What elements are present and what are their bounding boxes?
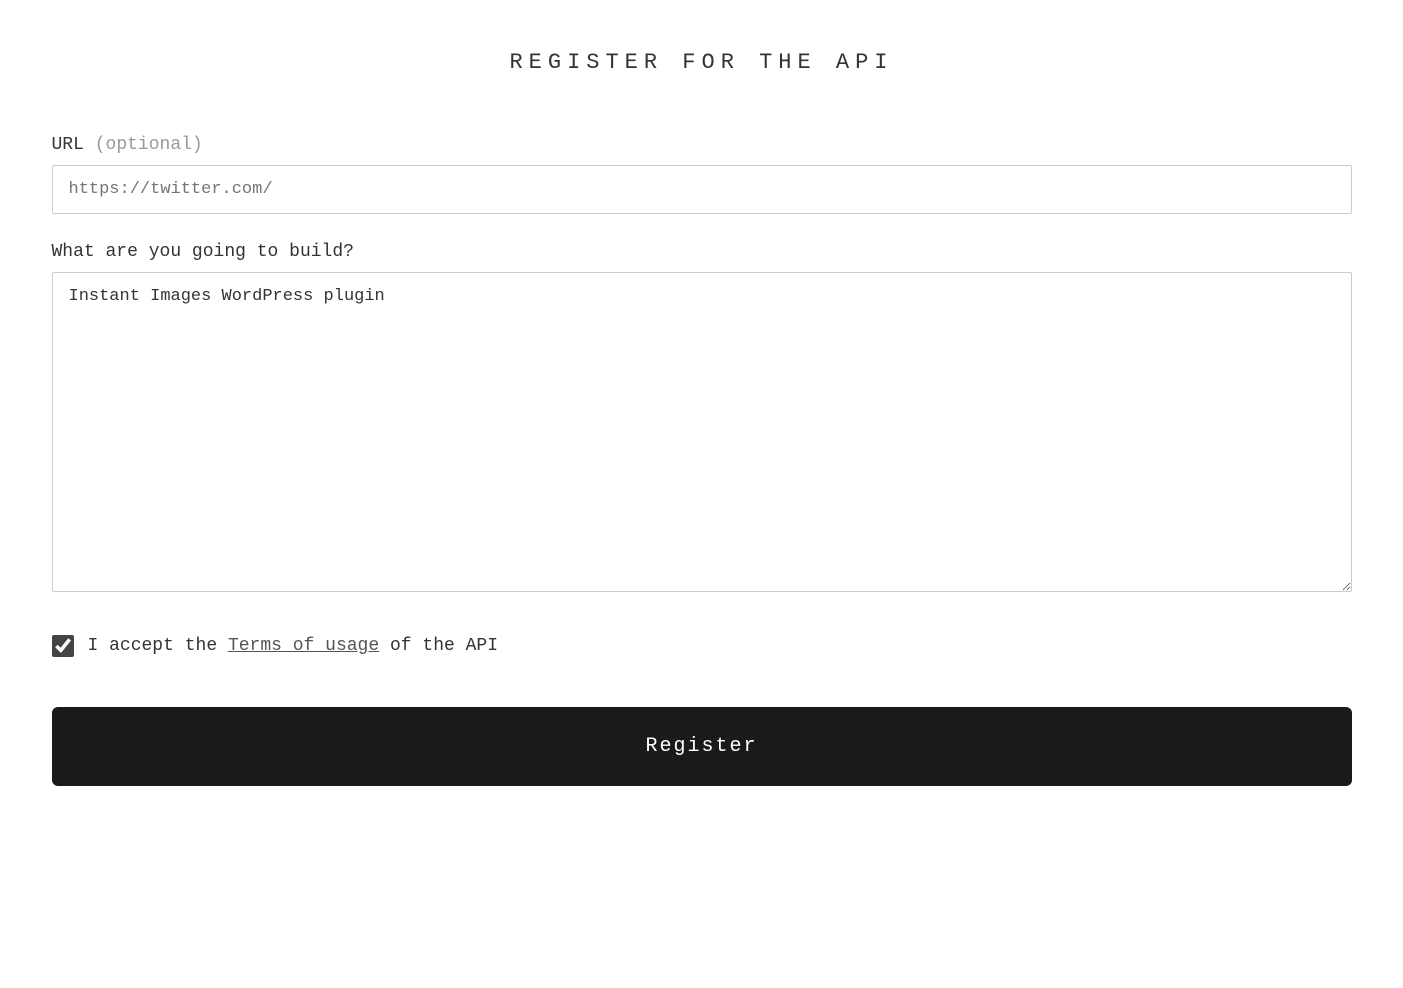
page-title: REGISTER FOR THE API xyxy=(52,50,1352,75)
url-field-group: URL (optional) xyxy=(52,135,1352,214)
build-field-group: What are you going to build? Instant Ima… xyxy=(52,242,1352,597)
terms-checkbox-row: I accept the Terms of usage of the API xyxy=(52,635,1352,657)
url-optional-text: (optional) xyxy=(95,135,203,155)
register-button[interactable]: Register xyxy=(52,707,1352,786)
page-container: REGISTER FOR THE API URL (optional) What… xyxy=(52,40,1352,786)
url-label: URL (optional) xyxy=(52,135,1352,155)
checkbox-label-text: I accept the Terms of usage of the API xyxy=(88,636,499,656)
url-input[interactable] xyxy=(52,165,1352,214)
terms-of-usage-link[interactable]: Terms of usage xyxy=(228,636,379,656)
terms-checkbox[interactable] xyxy=(52,635,74,657)
build-label: What are you going to build? xyxy=(52,242,1352,262)
build-textarea[interactable]: Instant Images WordPress plugin xyxy=(52,272,1352,592)
registration-form: URL (optional) What are you going to bui… xyxy=(52,135,1352,786)
